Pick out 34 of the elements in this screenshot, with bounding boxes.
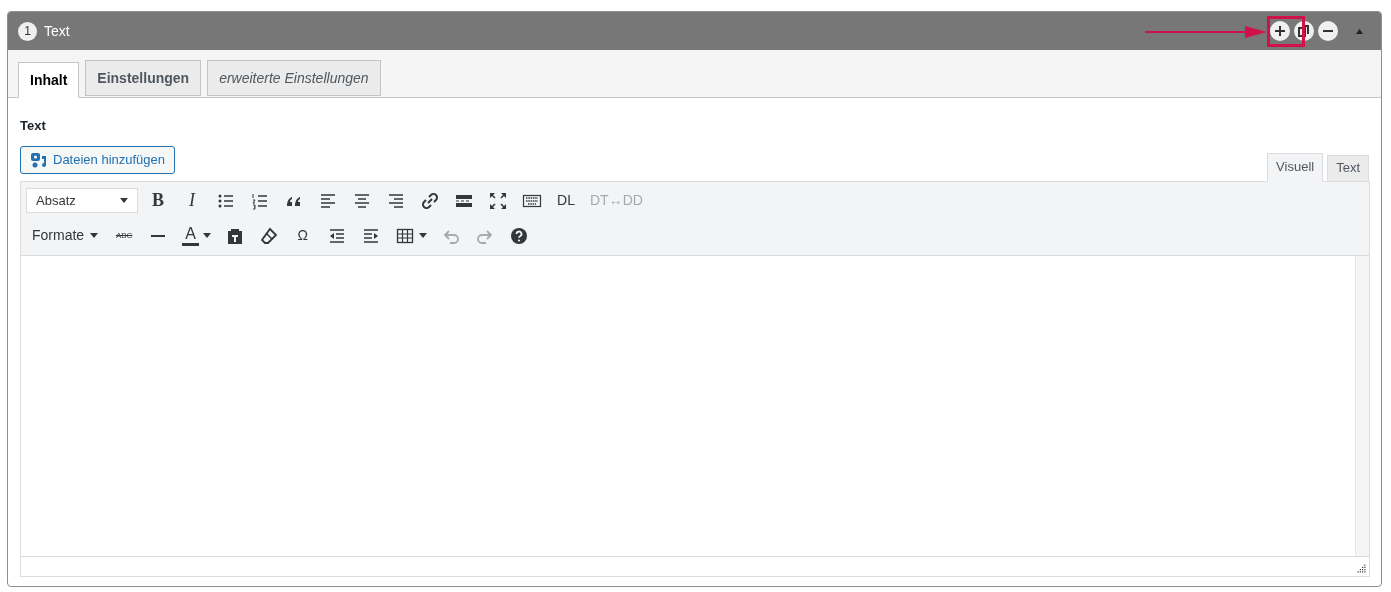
tab[interactable]: Einstellungen	[85, 60, 202, 96]
strikethrough-button[interactable]: ABC	[110, 220, 139, 251]
panel-title: Text	[44, 21, 70, 41]
tab[interactable]: erweiterte Einstellungen	[207, 60, 381, 96]
collapse-icon[interactable]	[1356, 28, 1363, 34]
eraser-icon	[258, 225, 279, 246]
tab[interactable]: Inhalt	[18, 62, 80, 98]
help-icon	[508, 225, 529, 246]
editor-tab[interactable]: Text	[1327, 154, 1369, 182]
fullscreen-icon	[488, 190, 508, 211]
copy-icon[interactable]	[1294, 21, 1314, 41]
remove-icon[interactable]	[1318, 21, 1338, 41]
toolbar-button[interactable]: DL	[552, 185, 580, 216]
caret-icon	[120, 198, 128, 203]
link-icon	[420, 190, 440, 211]
caret-icon	[202, 233, 211, 238]
toolbar-button[interactable]: Ω	[288, 220, 317, 251]
field-label: Text	[20, 117, 47, 135]
caret-icon	[90, 233, 99, 238]
format-select[interactable]: Absatz	[26, 188, 138, 213]
formats-menu[interactable]: Formate	[26, 220, 105, 251]
caret-icon	[418, 233, 427, 238]
resize-handle-icon[interactable]	[1357, 563, 1366, 573]
italic-button[interactable]: I	[178, 185, 206, 216]
highlight-frame	[1267, 16, 1305, 47]
add-media-button[interactable]: Dateien hinzufügen	[20, 145, 176, 174]
text-color-button[interactable]: A	[178, 220, 215, 251]
editor-tab[interactable]: Visuell	[1267, 152, 1324, 182]
color-sample: A	[182, 225, 199, 246]
bold-button[interactable]: B	[144, 185, 172, 216]
media-icon	[30, 150, 48, 169]
horizontal-line-icon	[151, 234, 166, 237]
add-icon[interactable]	[1270, 21, 1290, 41]
panel-number: 1	[18, 21, 37, 41]
